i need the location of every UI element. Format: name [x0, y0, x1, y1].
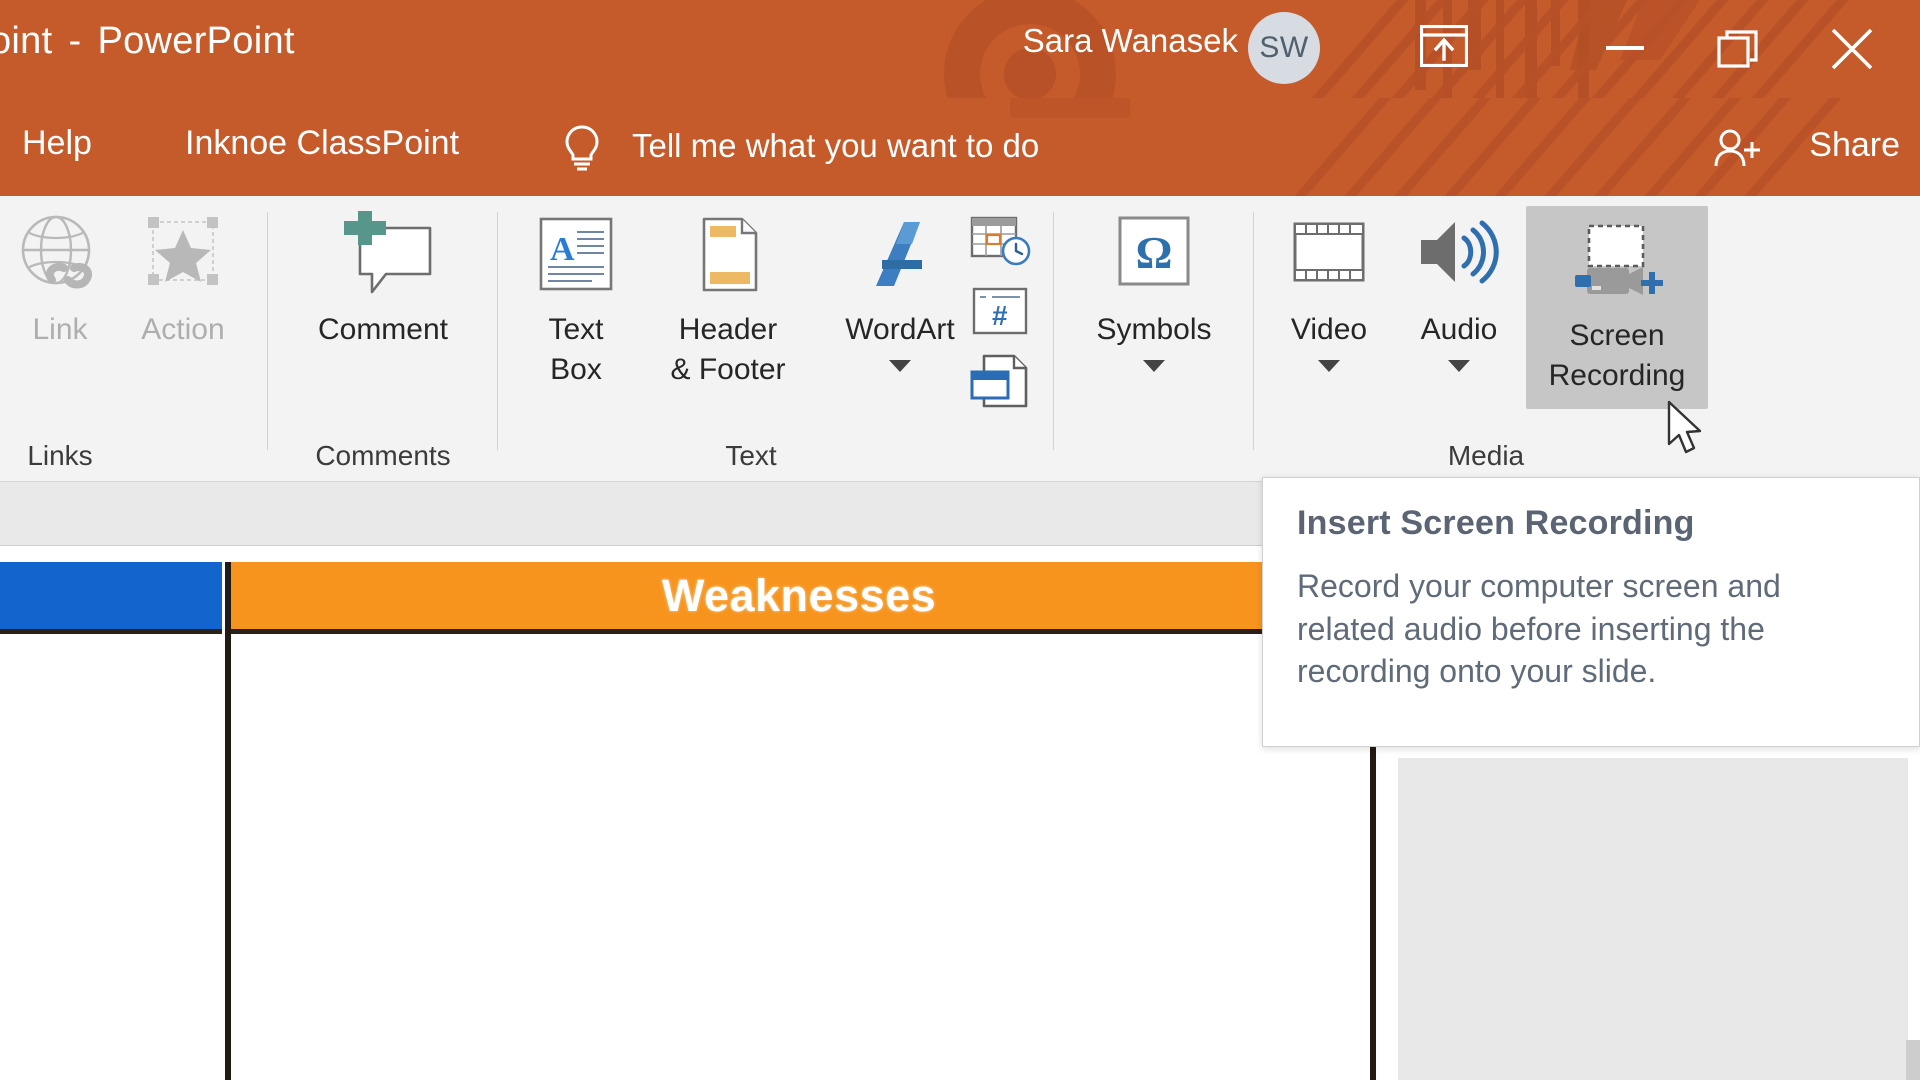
ribbon-button-audio[interactable]: Audio — [1394, 206, 1524, 372]
swot-weaknesses-banner[interactable]: Weaknesses — [228, 562, 1370, 634]
tooltip-title: Insert Screen Recording — [1297, 504, 1695, 542]
ribbon-group-symbols: Ω Symbols — [1054, 196, 1254, 482]
ribbon-button-link-label: Link — [32, 313, 88, 346]
slide-right-panel — [1398, 758, 1908, 1080]
ribbon-button-audio-label: Audio — [1420, 313, 1498, 346]
ribbon-button-date-and-time[interactable] — [968, 212, 1034, 270]
powerpoint-window: oint - PowerPoint Sara Wanasek SW Help I… — [0, 0, 1920, 1080]
swot-vertical-divider-left — [225, 562, 231, 1080]
ribbon-button-object[interactable] — [968, 352, 1034, 410]
menu-bar: Help Inknoe ClassPoint Tell me what you … — [0, 98, 1920, 196]
comment-plus-icon — [328, 206, 438, 302]
ribbon-button-slide-number[interactable]: # — [968, 282, 1034, 340]
ribbon-button-screen-recording-label: Screen Recording — [1548, 319, 1686, 392]
ribbon-button-symbols[interactable]: Ω Symbols — [1074, 206, 1234, 372]
ribbon-button-action[interactable]: Action — [118, 206, 248, 350]
ribbon-group-links: Link Action Links — [0, 196, 268, 482]
swot-weaknesses-label: Weaknesses — [661, 569, 937, 621]
window-title-separator: - — [68, 20, 82, 62]
window-title-doc: oint — [0, 20, 53, 62]
ribbon-display-options-icon[interactable] — [1419, 24, 1469, 68]
star-action-icon — [137, 206, 229, 302]
film-strip-icon — [1283, 206, 1375, 302]
close-button[interactable] — [1802, 0, 1902, 98]
ribbon-button-header-and-footer-label: Header & Footer — [670, 313, 786, 386]
speaker-icon — [1411, 206, 1507, 302]
ribbon: Link Action Links Comment Comments A Tex… — [0, 196, 1920, 660]
ribbon-button-video[interactable]: Video — [1264, 206, 1394, 372]
scrollbar-track[interactable] — [1906, 1040, 1920, 1080]
ribbon-group-label-comments: Comments — [315, 440, 451, 471]
svg-text:#: # — [992, 300, 1008, 331]
ribbon-button-text-box-label: Text Box — [548, 313, 604, 386]
tooltip-body: Record your computer screen and related … — [1297, 565, 1885, 693]
tooltip-body-line: Record your computer screen and — [1297, 568, 1781, 604]
ribbon-button-video-label: Video — [1290, 313, 1368, 346]
slide-number-icon: # — [972, 287, 1028, 335]
ribbon-group-text: A Text Box Header & Footer WordArt # Tex… — [498, 196, 1054, 482]
ribbon-group-comments: Comment Comments — [268, 196, 498, 482]
ribbon-button-comment[interactable]: Comment — [303, 206, 463, 350]
share-person-icon — [1713, 128, 1765, 170]
chevron-down-icon[interactable] — [889, 359, 911, 372]
menu-item-inknoe-classpoint[interactable]: Inknoe ClassPoint — [185, 124, 459, 163]
svg-text:A: A — [550, 231, 575, 268]
calendar-clock-icon — [970, 216, 1031, 266]
ribbon-group-label-media: Media — [1447, 440, 1525, 471]
chevron-down-icon[interactable] — [1448, 359, 1470, 372]
mouse-pointer-icon — [1666, 400, 1706, 458]
globe-link-icon — [12, 206, 108, 302]
text-box-icon: A — [532, 206, 620, 302]
ribbon-button-action-label: Action — [141, 313, 225, 346]
omega-icon: Ω — [1108, 206, 1200, 302]
tell-me-search[interactable]: Tell me what you want to do — [632, 127, 1039, 165]
minimize-button[interactable] — [1575, 0, 1675, 98]
wordart-icon — [852, 206, 948, 302]
svg-text:Ω: Ω — [1136, 227, 1173, 278]
share-button[interactable]: Share — [1809, 126, 1900, 165]
ribbon-button-text-box[interactable]: A Text Box — [516, 206, 636, 389]
window-title: oint - PowerPoint — [0, 20, 295, 63]
ribbon-button-link[interactable]: Link — [0, 206, 125, 350]
title-bar: oint - PowerPoint Sara Wanasek SW — [0, 0, 1920, 98]
ribbon-group-media: Video Audio Screen Recording Media — [1254, 196, 1734, 482]
chevron-down-icon[interactable] — [1143, 359, 1165, 372]
ribbon-button-header-and-footer[interactable]: Header & Footer — [638, 206, 818, 389]
menu-item-help[interactable]: Help — [22, 124, 92, 163]
window-title-app: PowerPoint — [97, 20, 295, 62]
tooltip-body-line: recording onto your slide. — [1297, 653, 1657, 690]
avatar[interactable]: SW — [1248, 12, 1320, 84]
ribbon-group-label-text: Text — [725, 440, 777, 471]
ribbon-group-label-links: Links — [27, 440, 93, 471]
ribbon-button-wordart-label: WordArt — [845, 313, 955, 346]
screen-recording-icon — [1565, 212, 1669, 308]
object-icon — [970, 354, 1028, 408]
ribbon-button-screen-recording[interactable]: Screen Recording — [1526, 206, 1708, 410]
lightbulb-icon — [562, 124, 602, 172]
restore-button[interactable] — [1688, 0, 1788, 98]
swot-left-block — [0, 562, 222, 634]
chevron-down-icon[interactable] — [1318, 359, 1340, 372]
screen-recording-tooltip: Insert Screen Recording Record your comp… — [1262, 477, 1920, 747]
tooltip-body-line: related audio before inserting the — [1297, 610, 1765, 647]
header-footer-icon — [688, 206, 768, 302]
account-name[interactable]: Sara Wanasek — [1023, 22, 1238, 60]
ribbon-button-wordart[interactable]: WordArt — [820, 206, 980, 372]
ribbon-button-symbols-label: Symbols — [1096, 313, 1212, 346]
ribbon-button-comment-label: Comment — [317, 313, 449, 346]
